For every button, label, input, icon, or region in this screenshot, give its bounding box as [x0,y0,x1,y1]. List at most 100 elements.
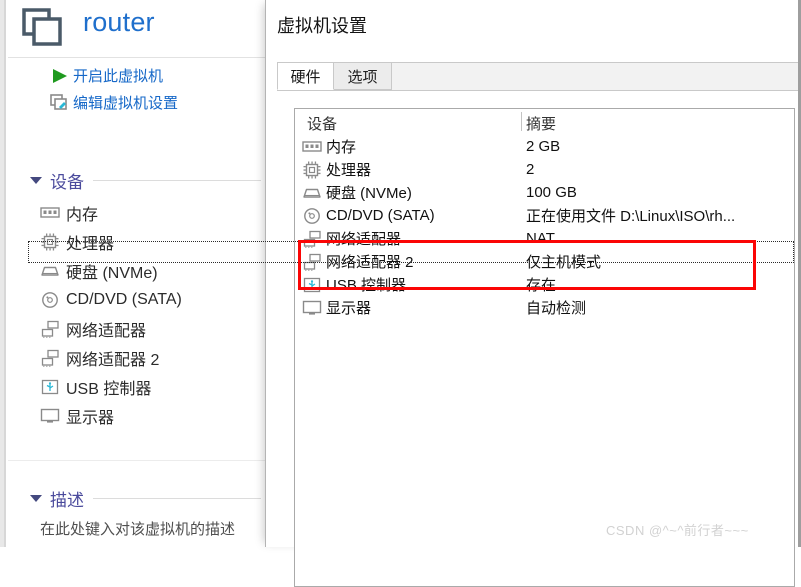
collapse-triangle-icon [30,494,42,502]
section-rule [93,179,261,181]
dialog-title: 虚拟机设置 [277,16,367,37]
column-header-summary: 摘要 [526,116,557,133]
table-cell-device-label: 处理器 [326,162,372,179]
dialog-tabstrip: 硬件 选项 [277,62,801,91]
table-cell-device: USB 控制器 [301,273,519,296]
vm-actions: 开启此虚拟机 编辑虚拟机设置 [8,62,265,116]
table-row[interactable]: 显示器 自动检测 [295,296,794,319]
table-row[interactable]: CD/DVD (SATA) 正在使用文件 D:\Linux\ISO\rh... [295,204,794,227]
sidebar-device-label: 网络适配器 [66,322,147,340]
display-icon [38,401,62,430]
sidebar-device-label: 显示器 [66,409,115,427]
devices-section-label: 设备 [50,172,84,192]
table-cell-summary: 100 GB [526,184,577,201]
sidebar-device-network-adapter-2[interactable]: 网络适配器 2 [8,343,265,372]
table-header-row: 设备 摘要 [295,112,794,135]
description-section-label: 描述 [50,490,84,510]
table-cell-summary: NAT [526,230,555,247]
network-icon [38,343,62,372]
table-cell-summary: 2 GB [526,138,561,155]
table-cell-device: 硬盘 (NVMe) [301,181,519,204]
table-row[interactable]: 内存 2 GB [295,135,794,158]
sidebar-device-display[interactable]: 显示器 [8,401,265,430]
table-cell-summary: 仅主机模式 [526,254,602,271]
edit-vm-settings-link[interactable]: 编辑虚拟机设置 [8,89,265,116]
harddisk-icon [301,181,323,204]
sidebar-device-label: 处理器 [66,235,115,253]
cpu-icon [301,158,323,181]
table-cell-device: 显示器 [301,296,519,319]
table-cell-summary: 正在使用文件 D:\Linux\ISO\rh... [526,208,736,225]
sidebar-device-label: 内存 [66,206,99,224]
tab-options[interactable]: 选项 [333,62,392,90]
panel-divider [8,460,265,461]
table-cell-device: CD/DVD (SATA) [301,204,519,227]
cd-icon [38,285,62,314]
network-icon [301,227,323,250]
table-row[interactable]: 网络适配器 2 仅主机模式 [295,250,794,273]
sidebar-device-label: USB 控制器 [66,380,152,398]
vm-settings-dialog: 虚拟机设置 硬件 选项 设备 摘要 内存 2 GB 处理器 2 硬盘 (NVMe… [265,0,801,587]
section-rule [93,497,261,499]
sidebar-device-label: CD/DVD (SATA) [66,290,182,308]
network-icon [38,314,62,343]
table-cell-device-label: 硬盘 (NVMe) [326,185,412,202]
display-icon [301,296,323,319]
table-cell-device-label: USB 控制器 [326,277,407,294]
panel-left-edge [4,0,6,547]
description-placeholder-text[interactable]: 在此处键入对该虚拟机的描述 [40,518,235,539]
sidebar-device-harddisk[interactable]: 硬盘 (NVMe) [8,256,265,285]
memory-icon [38,198,62,227]
table-cell-device: 处理器 [301,158,519,181]
table-cell-device-label: 网络适配器 2 [326,254,414,271]
tab-hardware[interactable]: 硬件 [277,62,334,90]
table-cell-device: 网络适配器 [301,227,519,250]
screenshot-root: router 开启此虚拟机 编辑虚拟机设置 设备 内存 处理器 硬盘 (NVMe… [0,0,801,587]
table-cell-device-label: 网络适配器 [326,231,402,248]
sidebar-device-network-adapter[interactable]: 网络适配器 [8,314,265,343]
vm-library-detail-panel: router 开启此虚拟机 编辑虚拟机设置 设备 内存 处理器 硬盘 (NVMe… [0,0,265,547]
power-on-vm-link[interactable]: 开启此虚拟机 [8,62,265,89]
harddisk-icon [38,256,62,285]
sidebar-device-label: 硬盘 (NVMe) [66,264,158,282]
tabstrip-filler [392,62,801,90]
table-cell-device-label: 显示器 [326,300,372,317]
page-title: router [83,7,155,37]
two-squares-icon [21,8,63,48]
table-cell-summary: 自动检测 [526,300,587,317]
usb-icon [301,273,323,296]
csdn-watermark: CSDN @^~^前行者~~~ [606,523,749,538]
power-on-vm-label: 开启此虚拟机 [73,68,164,85]
cd-icon [301,204,323,227]
sidebar-device-label: 网络适配器 2 [66,351,160,369]
table-row[interactable]: USB 控制器 存在 [295,273,794,296]
description-section-header[interactable]: 描述 [8,486,265,510]
play-triangle-icon [48,62,70,89]
table-cell-device: 内存 [301,135,519,158]
devices-section-header[interactable]: 设备 [8,168,265,192]
vm-header: router [8,0,265,58]
memory-icon [301,135,323,158]
left-device-list: 内存 处理器 硬盘 (NVMe) CD/DVD (SATA) 网络适配器 网络适… [8,198,265,430]
sidebar-device-cddvd[interactable]: CD/DVD (SATA) [8,285,265,314]
table-cell-device: 网络适配器 2 [301,250,519,273]
usb-icon [38,372,62,401]
sidebar-device-usb-controller[interactable]: USB 控制器 [8,372,265,401]
sidebar-device-memory[interactable]: 内存 [8,198,265,227]
table-cell-summary: 2 [526,161,535,178]
table-row[interactable]: 处理器 2 [295,158,794,181]
dialog-titlebar: 虚拟机设置 [266,0,801,47]
table-row[interactable]: 硬盘 (NVMe) 100 GB [295,181,794,204]
collapse-triangle-icon [30,176,42,184]
edit-vm-settings-label: 编辑虚拟机设置 [73,95,179,112]
column-header-device: 设备 [307,116,338,133]
network-icon [301,250,323,273]
hardware-device-table[interactable]: 设备 摘要 内存 2 GB 处理器 2 硬盘 (NVMe) 100 GB CD/… [294,108,795,587]
sidebar-device-processor[interactable]: 处理器 [8,227,265,256]
table-cell-device-label: 内存 [326,139,357,156]
table-cell-device-label: CD/DVD (SATA) [326,207,435,224]
edit-settings-icon [48,89,70,116]
cpu-icon [38,227,62,256]
table-cell-summary: 存在 [526,277,557,294]
table-row[interactable]: 网络适配器 NAT [295,227,794,250]
